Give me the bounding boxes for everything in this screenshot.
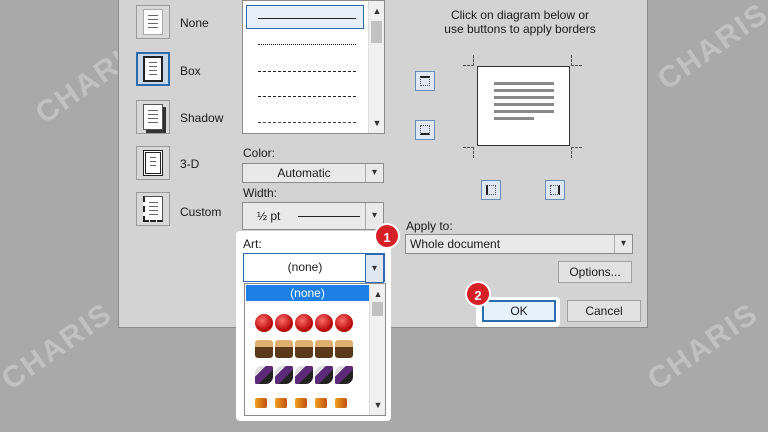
setting-shadow-button[interactable]	[136, 100, 170, 134]
style-option-dotted[interactable]	[258, 44, 356, 45]
width-dropdown[interactable]: ½ pt ▾	[242, 202, 384, 230]
setting-3d-button[interactable]	[136, 146, 170, 180]
corner-mark	[571, 147, 582, 158]
width-sample-line	[298, 216, 360, 217]
style-option-dashed[interactable]	[258, 71, 356, 72]
style-list-scrollbar[interactable]: ▲ ▼	[368, 1, 384, 133]
color-value: Automatic	[277, 166, 331, 180]
chevron-down-icon[interactable]: ▾	[365, 164, 383, 182]
top-border-icon	[420, 76, 430, 86]
preview-instructions-2: use buttons to apply borders	[444, 22, 596, 36]
art-option-birds[interactable]	[255, 392, 353, 408]
scroll-up-icon[interactable]: ▲	[369, 3, 385, 19]
setting-3d-label: 3-D	[180, 157, 200, 171]
scroll-thumb[interactable]	[372, 302, 383, 316]
width-value: ½ pt	[257, 209, 281, 223]
ok-button[interactable]: OK	[482, 300, 556, 322]
bottom-border-button[interactable]	[415, 120, 435, 140]
art-dropdown[interactable]: (none) ▾	[243, 253, 385, 283]
options-button[interactable]: Options...	[558, 261, 632, 283]
preview-instructions-1: Click on diagram below or	[450, 8, 590, 22]
scroll-up-icon[interactable]: ▲	[370, 286, 385, 302]
apply-to-value: Whole document	[410, 237, 501, 251]
page-custom-icon	[143, 196, 163, 222]
bottom-border-icon	[420, 125, 430, 135]
style-option-dash-dot[interactable]	[258, 122, 356, 123]
callout-badge-1: 1	[374, 223, 400, 249]
corner-mark	[463, 55, 474, 66]
corner-mark	[571, 55, 582, 66]
chevron-down-icon[interactable]: ▾	[365, 254, 384, 283]
style-option-dashed-long[interactable]	[258, 96, 356, 97]
width-label: Width:	[243, 186, 278, 200]
setting-custom-button[interactable]	[136, 192, 170, 226]
watermark-text: CHARIS	[641, 296, 765, 397]
setting-custom-label: Custom	[180, 205, 222, 219]
page-none-icon	[143, 9, 163, 35]
left-border-button[interactable]	[481, 180, 501, 200]
setting-none-button[interactable]	[136, 5, 170, 39]
watermark-text: CHARIS	[0, 296, 119, 397]
art-list-scrollbar[interactable]: ▲ ▼	[369, 284, 385, 415]
border-style-list[interactable]: ▲ ▼	[242, 0, 385, 134]
cancel-button[interactable]: Cancel	[567, 300, 641, 322]
art-option-cakes[interactable]	[255, 340, 353, 358]
page-3d-icon	[143, 150, 163, 176]
scroll-down-icon[interactable]: ▼	[370, 397, 385, 413]
page-shadow-icon	[143, 104, 163, 130]
right-border-button[interactable]	[545, 180, 565, 200]
corner-mark	[463, 147, 474, 158]
art-value: (none)	[287, 260, 323, 274]
scroll-down-icon[interactable]: ▼	[369, 115, 385, 131]
setting-box-button[interactable]	[136, 52, 170, 86]
callout-badge-2: 2	[465, 281, 491, 307]
left-border-icon	[486, 185, 496, 195]
color-dropdown[interactable]: Automatic ▾	[242, 163, 384, 183]
setting-shadow-label: Shadow	[180, 111, 224, 125]
setting-none-label: None	[180, 16, 209, 30]
apply-to-label: Apply to:	[406, 219, 453, 233]
art-option-candies[interactable]	[255, 366, 353, 384]
art-option-none[interactable]: (none)	[246, 285, 369, 301]
page-box-icon	[143, 56, 163, 82]
border-preview[interactable]	[477, 66, 570, 146]
apply-to-dropdown[interactable]: Whole document ▾	[405, 234, 633, 254]
chevron-down-icon[interactable]: ▾	[614, 235, 632, 253]
art-label: Art:	[243, 237, 262, 251]
scroll-thumb[interactable]	[371, 21, 382, 43]
top-border-button[interactable]	[415, 71, 435, 91]
setting-box-label: Box	[180, 64, 201, 78]
style-solid-line	[258, 18, 356, 19]
style-option-solid[interactable]	[246, 5, 364, 29]
color-label: Color:	[243, 146, 276, 160]
art-list[interactable]: (none) ▲ ▼	[244, 283, 386, 416]
watermark-text: CHARIS	[651, 0, 768, 97]
art-option-apples[interactable]	[255, 314, 353, 332]
right-border-icon	[550, 185, 560, 195]
